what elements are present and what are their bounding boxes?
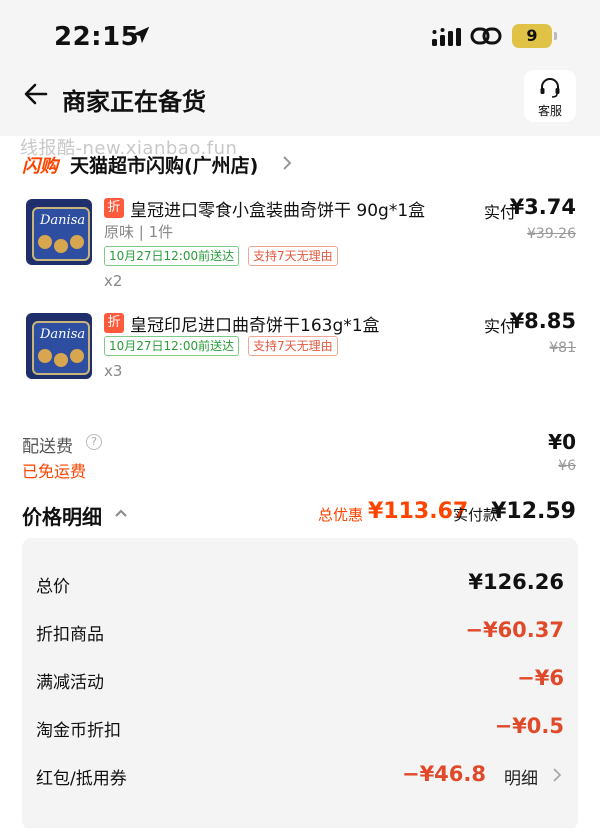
store-logo: 闪购 — [22, 156, 58, 177]
detail-row-value: ¥126.26 — [468, 570, 564, 594]
amount-paid-value: ¥12.59 — [491, 499, 576, 524]
paid-price: ¥3.74 — [509, 195, 576, 219]
service-label: 客服 — [537, 104, 562, 118]
product-image[interactable]: Danisa — [26, 199, 92, 265]
chevron-right-icon[interactable] — [281, 154, 293, 172]
product-quantity: x2 — [104, 272, 123, 290]
delivery-badge: 10月27日12:00前送达 — [104, 246, 240, 266]
shipping-fee-value: ¥0 — [548, 430, 576, 454]
paid-price: ¥8.85 — [509, 309, 576, 333]
detail-row-label: 红包/抵用券 — [36, 769, 127, 789]
product-name[interactable]: 皇冠进口零食小盒装曲奇饼干 90g*1盒 — [130, 196, 425, 221]
chevron-up-icon[interactable] — [114, 508, 128, 518]
coupon-details-link[interactable]: 明细 — [504, 764, 538, 789]
chevron-right-icon[interactable] — [552, 767, 562, 783]
status-bar: 22:15 9 — [0, 0, 600, 62]
product-quantity: x3 — [104, 362, 123, 380]
detail-row-label: 满减活动 — [36, 673, 104, 693]
detail-row-value: −¥0.5 — [494, 714, 564, 738]
detail-row-value: −¥6 — [517, 666, 564, 690]
detail-row-value: −¥60.37 — [465, 618, 564, 642]
location-arrow-icon — [132, 26, 150, 44]
signal-icon — [432, 28, 461, 46]
return-policy-badge: 支持7天无理由 — [248, 336, 338, 356]
battery-icon: 9 — [512, 24, 557, 48]
discount-tag: 折 — [104, 198, 124, 218]
headset-icon — [540, 78, 560, 98]
shipping-fee-label: 配送费 — [22, 437, 73, 457]
question-icon[interactable]: ? — [86, 434, 102, 450]
store-name-link[interactable]: 天猫超市闪购(广州店) — [70, 151, 258, 178]
page-title: 商家正在备货 — [62, 88, 206, 116]
product-name[interactable]: 皇冠印尼进口曲奇饼干163g*1盒 — [130, 311, 380, 336]
discount-tag: 折 — [104, 313, 124, 333]
free-shipping-text: 已免运费 — [22, 462, 87, 481]
detail-row-value: −¥46.8 — [401, 762, 486, 786]
battery-level: 9 — [526, 26, 538, 45]
return-policy-badge: 支持7天无理由 — [248, 246, 338, 266]
detail-row-label: 淘金币折扣 — [36, 721, 121, 741]
detail-row-label: 折扣商品 — [36, 625, 104, 645]
customer-service-button[interactable]: 客服 — [524, 70, 576, 122]
product-variant: 原味 | 1件 — [104, 223, 174, 241]
shipping-original-fee: ¥6 — [558, 458, 576, 474]
divider — [0, 828, 600, 835]
price-details-title[interactable]: 价格明细 — [22, 501, 102, 530]
link-icon — [470, 27, 502, 45]
original-price: ¥39.26 — [527, 226, 576, 242]
original-price: ¥81 — [549, 340, 576, 356]
status-time: 22:15 — [54, 22, 140, 52]
delivery-badge: 10月27日12:00前送达 — [104, 336, 240, 356]
back-arrow-icon[interactable] — [22, 80, 50, 108]
page-header: 商家正在备货 客服 — [0, 62, 600, 136]
product-image[interactable]: Danisa — [26, 313, 92, 379]
total-discount-label: 总优惠 — [318, 506, 364, 524]
detail-row-label: 总价 — [36, 577, 70, 597]
